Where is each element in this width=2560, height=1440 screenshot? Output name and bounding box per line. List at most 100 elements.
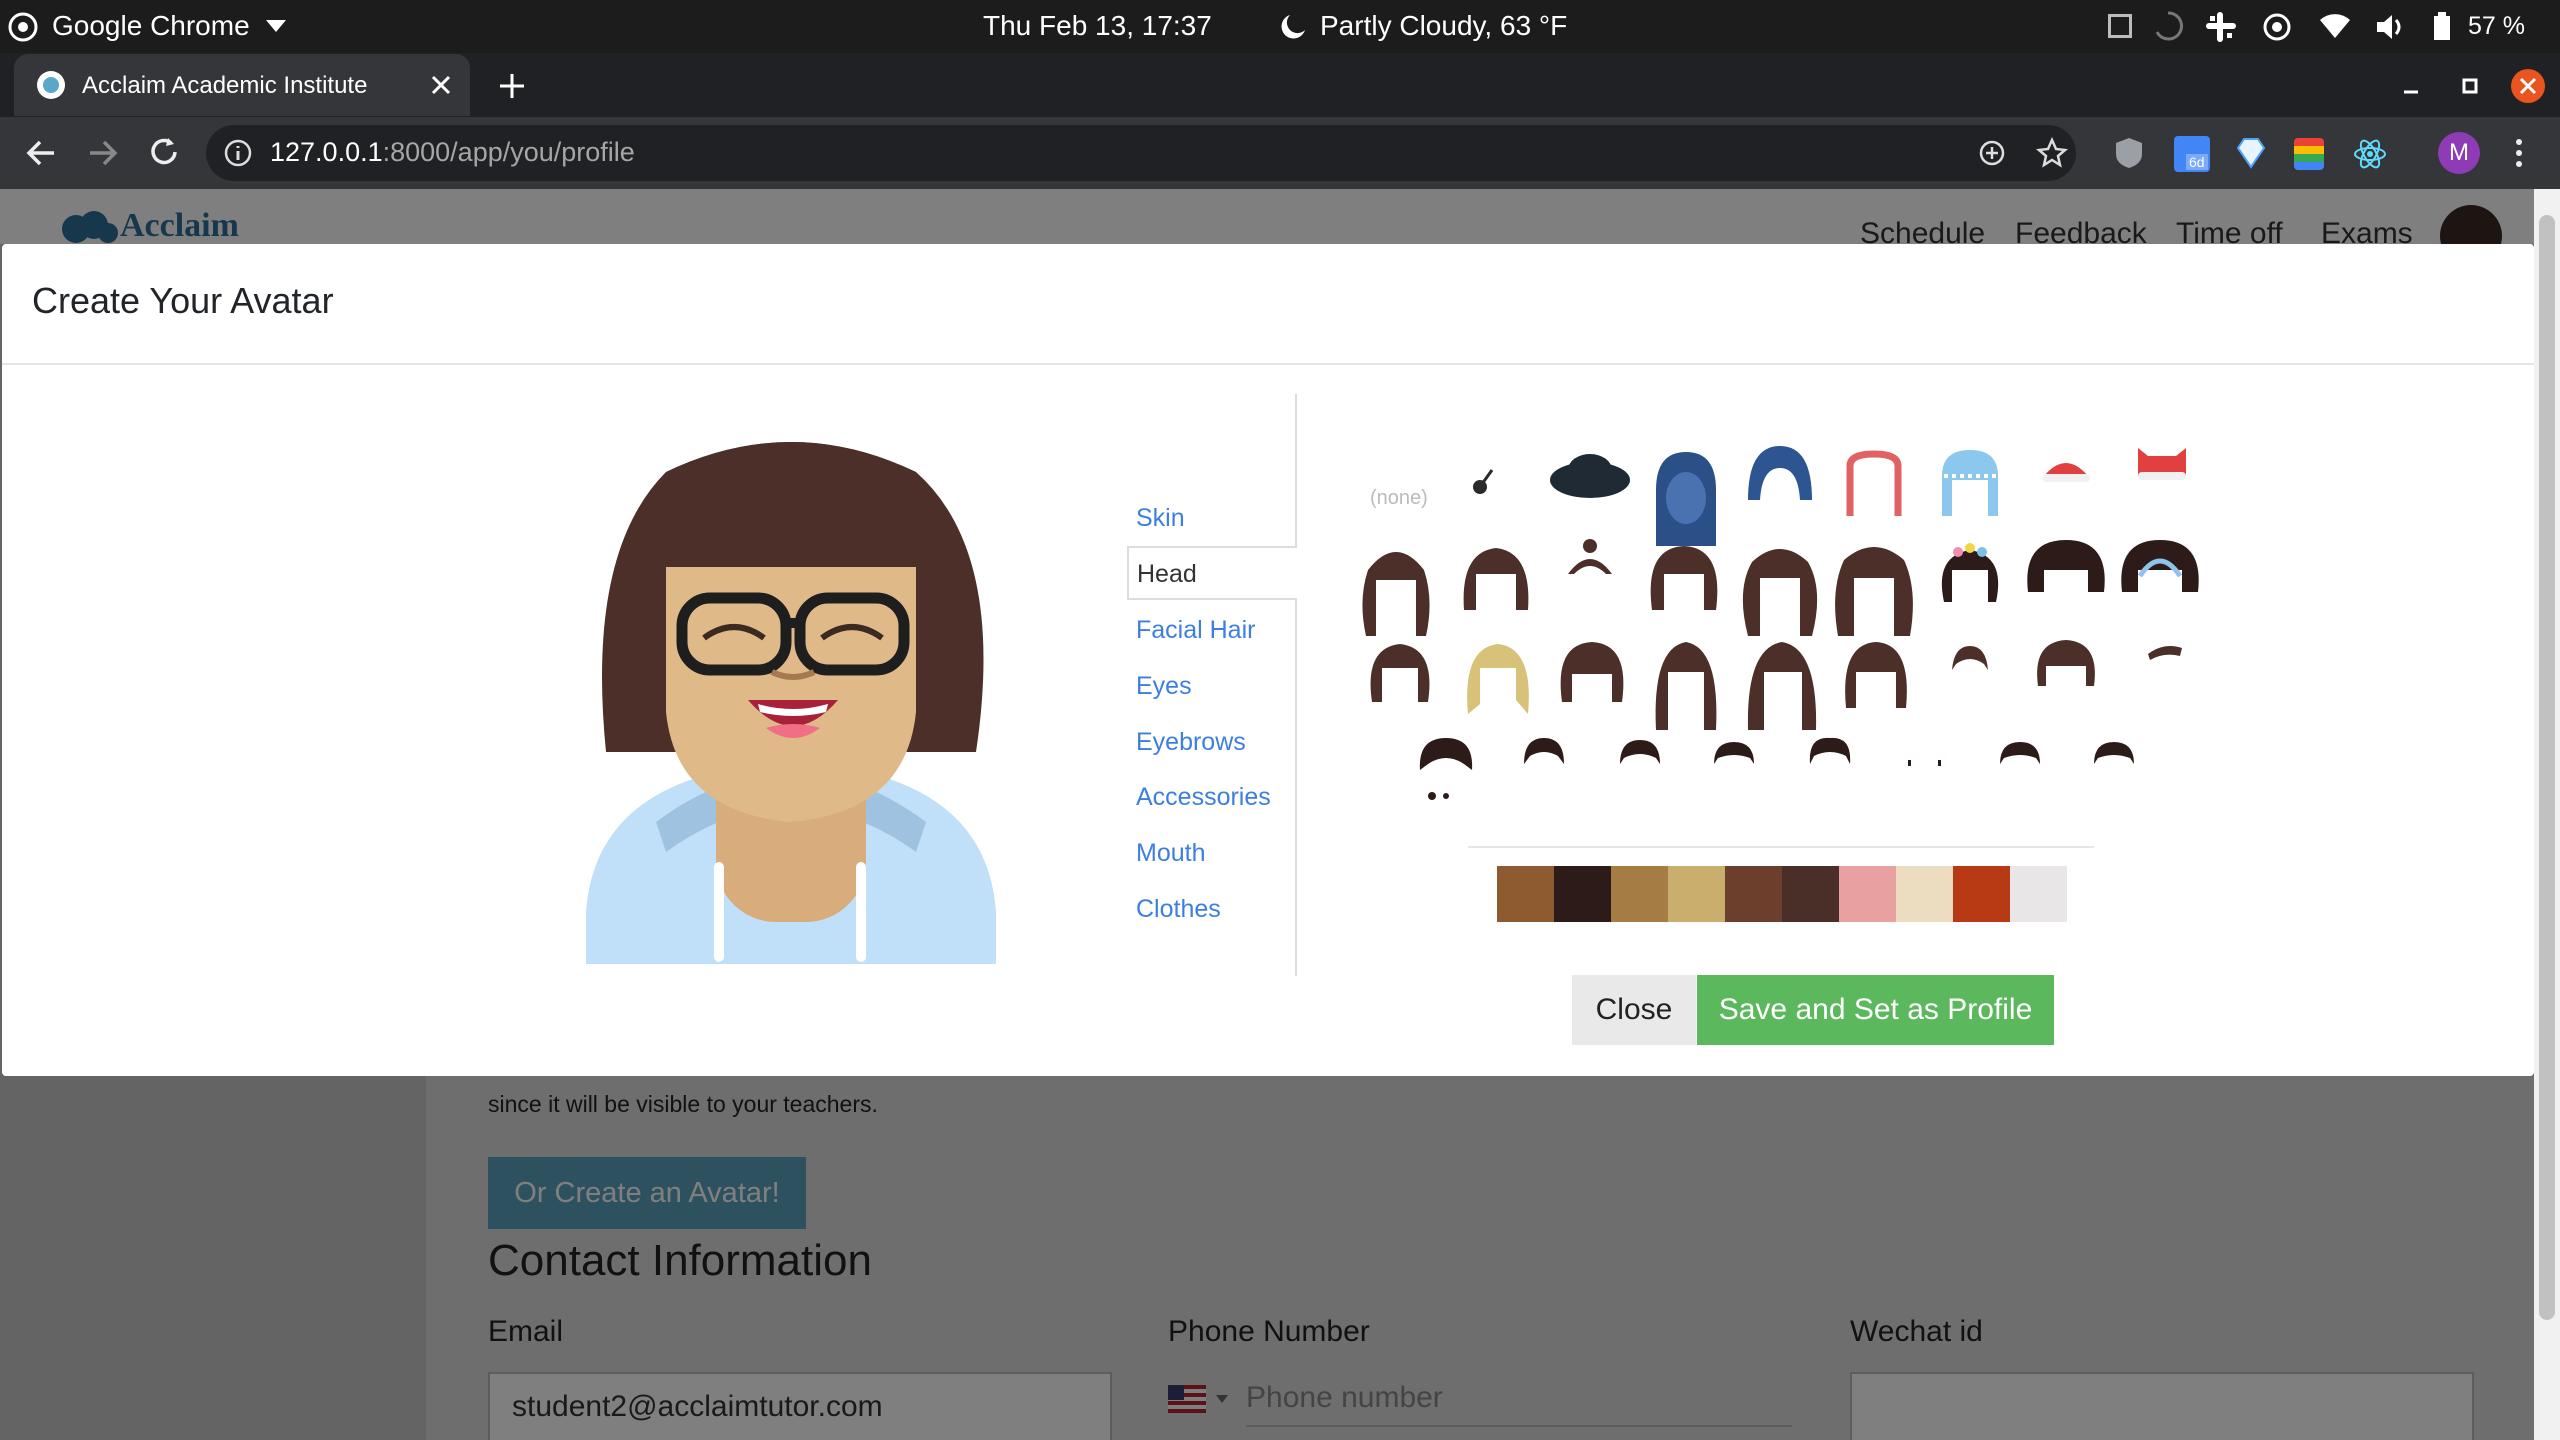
site-info-icon[interactable] — [224, 139, 252, 167]
head-option-short-1[interactable] — [1504, 726, 1584, 806]
weather-icon — [1281, 15, 1305, 39]
head-option-short-3[interactable] — [1694, 726, 1774, 806]
url-path: :8000/app/you/profile — [382, 137, 635, 167]
at-sign-icon[interactable] — [2262, 12, 2292, 42]
category-eyes[interactable]: Eyes — [1136, 672, 1192, 701]
os-clock[interactable]: Thu Feb 13, 17:37 — [983, 10, 1212, 42]
close-tab-icon[interactable] — [430, 74, 452, 96]
hair-color-swatch[interactable] — [1611, 866, 1668, 922]
bookmark-star-icon[interactable] — [2036, 137, 2068, 169]
loading-icon — [2155, 11, 2184, 41]
head-option-hair-wavy[interactable] — [1740, 540, 1820, 636]
hair-color-swatch[interactable] — [1782, 866, 1839, 922]
head-option-short-crop[interactable] — [1930, 634, 2010, 714]
head-option-blue-cap[interactable] — [1740, 440, 1820, 520]
head-option-buzz-curly[interactable] — [1406, 730, 1486, 810]
os-top-bar: Google Chrome Thu Feb 13, 17:37 Partly C… — [0, 0, 2560, 53]
head-option-straight-long[interactable] — [1646, 634, 1726, 730]
minimize-window-icon[interactable] — [2398, 72, 2426, 100]
hair-color-swatch[interactable] — [2010, 866, 2067, 922]
extension-calendar-icon[interactable]: 6d — [2174, 136, 2210, 172]
wifi-icon[interactable] — [2318, 12, 2352, 40]
hair-color-swatch[interactable] — [1725, 866, 1782, 922]
new-tab-icon[interactable] — [498, 72, 526, 100]
battery-icon[interactable] — [2432, 12, 2452, 42]
category-clothes[interactable]: Clothes — [1136, 895, 1221, 924]
head-option-wide-hat[interactable] — [1550, 440, 1630, 520]
profile-avatar[interactable]: M — [2438, 132, 2480, 174]
battery-percent[interactable]: 57 % — [2468, 12, 2525, 41]
color-extension-icon[interactable] — [2294, 138, 2324, 170]
head-option-hair-long-curly[interactable] — [1834, 540, 1914, 636]
category-accessories[interactable]: Accessories — [1136, 783, 1271, 812]
install-app-icon[interactable] — [1978, 139, 2006, 167]
volume-icon[interactable] — [2374, 12, 2406, 42]
category-divider — [1295, 394, 1297, 976]
tab-title: Acclaim Academic Institute — [82, 72, 368, 99]
head-option-short-4[interactable] — [1790, 726, 1870, 806]
hair-color-swatch[interactable] — [1497, 866, 1554, 922]
head-option-medium[interactable] — [1836, 634, 1916, 714]
head-option-knit-beanie[interactable] — [1930, 446, 2010, 526]
extension-badge: 6d — [2186, 154, 2208, 170]
head-option-hair-1[interactable] — [1356, 540, 1436, 636]
head-option-short-5[interactable] — [1980, 726, 2060, 806]
category-facial-hair[interactable]: Facial Hair — [1136, 616, 1255, 645]
head-option-bob-bangs[interactable] — [1552, 634, 1632, 714]
close-window-icon[interactable] — [2510, 68, 2546, 104]
head-option-short-2[interactable] — [1600, 726, 1680, 806]
back-icon[interactable] — [24, 136, 58, 170]
head-option-none[interactable]: (none) — [1370, 487, 1428, 510]
head-option-cat-ears[interactable] — [2122, 436, 2202, 516]
category-head[interactable]: Head — [1127, 546, 1297, 600]
reload-icon[interactable] — [146, 134, 182, 170]
os-app-name[interactable]: Google Chrome — [52, 10, 250, 42]
slack-icon[interactable] — [2204, 10, 2238, 44]
head-option-afro[interactable] — [2026, 536, 2106, 616]
head-option-pin[interactable] — [1452, 440, 1532, 520]
palette-divider — [1468, 846, 2094, 848]
hair-color-swatch[interactable] — [1839, 866, 1896, 922]
head-option-spiky[interactable] — [2026, 634, 2106, 714]
close-button[interactable]: Close — [1572, 975, 1696, 1045]
head-option-short-6[interactable] — [2074, 726, 2154, 806]
react-devtools-icon[interactable] — [2352, 136, 2388, 172]
diamond-extension-icon[interactable] — [2234, 136, 2268, 170]
forward-icon[interactable] — [86, 136, 120, 170]
url-host: 127.0.0.1 — [270, 137, 383, 167]
head-option-bun[interactable] — [1550, 534, 1630, 614]
head-option-red-band[interactable] — [1834, 446, 1914, 526]
head-option-santa-hat[interactable] — [2026, 440, 2106, 520]
head-option-side-swoop[interactable] — [2124, 630, 2204, 710]
head-option-flower-crown[interactable] — [1930, 536, 2010, 616]
hair-color-swatch[interactable] — [1953, 866, 2010, 922]
avatar-preview — [586, 442, 996, 964]
address-bar[interactable]: 127.0.0.1:8000/app/you/profile — [206, 125, 2076, 181]
modal-divider — [2, 363, 2534, 365]
save-profile-button[interactable]: Save and Set as Profile — [1697, 975, 2054, 1045]
os-weather[interactable]: Partly Cloudy, 63 °F — [1320, 10, 1567, 42]
head-option-hair-2[interactable] — [1456, 540, 1536, 620]
hair-color-swatch[interactable] — [1896, 866, 1953, 922]
head-option-blonde[interactable] — [1458, 634, 1538, 714]
workspace-icon[interactable] — [2108, 14, 2132, 38]
chrome-menu-icon[interactable] — [2512, 136, 2526, 170]
ublock-icon[interactable] — [2114, 136, 2144, 170]
category-skin[interactable]: Skin — [1136, 504, 1185, 533]
head-option-hair-curly[interactable] — [1644, 540, 1724, 620]
maximize-window-icon[interactable] — [2456, 72, 2484, 100]
category-mouth[interactable]: Mouth — [1136, 839, 1205, 868]
hair-color-swatch[interactable] — [1554, 866, 1611, 922]
head-option-hijab[interactable] — [1646, 450, 1726, 546]
head-option-short-bob[interactable] — [1360, 634, 1440, 714]
chevron-down-icon[interactable] — [266, 20, 286, 34]
head-option-stubble[interactable] — [1884, 726, 1964, 806]
head-option-side-long[interactable] — [1742, 634, 1822, 730]
browser-tab[interactable]: Acclaim Academic Institute — [14, 54, 470, 116]
hair-color-swatch[interactable] — [1668, 866, 1725, 922]
category-eyebrows[interactable]: Eyebrows — [1136, 728, 1246, 757]
chrome-icon — [8, 12, 38, 42]
site-favicon — [37, 71, 65, 99]
head-option-afro-band[interactable] — [2120, 536, 2200, 616]
scrollbar-thumb[interactable] — [2539, 215, 2555, 1320]
